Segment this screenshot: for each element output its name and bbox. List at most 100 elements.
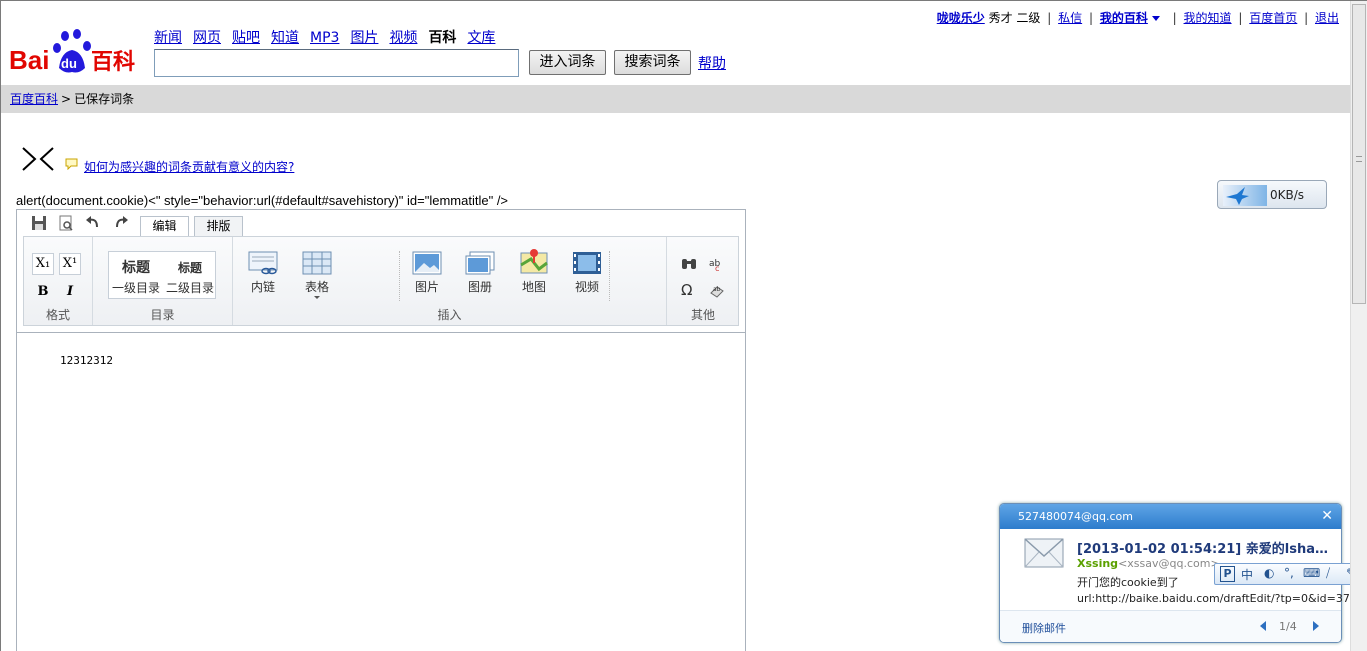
spellcheck-icon[interactable]: ab: [709, 283, 725, 299]
username-link[interactable]: 咙咙乐少: [937, 11, 985, 25]
sender-email: <xssav@qq.com>: [1118, 557, 1220, 570]
svg-text:Bai: Bai: [9, 45, 49, 74]
insert-divider: [399, 251, 400, 301]
superscript-button[interactable]: X¹: [59, 253, 81, 275]
search-input[interactable]: [154, 49, 519, 77]
svg-text:du: du: [61, 56, 77, 71]
editor-content-area[interactable]: 12312312: [17, 332, 745, 651]
rich-text-editor: 编辑 排版 X₁ X¹ B I 格式 标题 一级目录 标题 二级目录 目录 内链…: [16, 209, 746, 651]
search-entry-button[interactable]: 搜索词条: [614, 50, 691, 75]
close-icon[interactable]: ✕: [1321, 504, 1333, 529]
bold-button[interactable]: B: [32, 281, 54, 303]
nav-wenku[interactable]: 文库: [467, 30, 495, 46]
broken-title-icon: [22, 147, 54, 171]
logout-link[interactable]: 退出: [1315, 11, 1339, 25]
mail-body-text: 开门您的cookie到了: [1077, 576, 1179, 589]
tab-layout[interactable]: 排版: [194, 216, 243, 236]
replace-icon[interactable]: abc: [709, 255, 725, 271]
contribute-tip-link[interactable]: 如何为感兴趣的词条贡献有意义的内容?: [84, 158, 294, 175]
ime-logo-icon[interactable]: P: [1220, 566, 1235, 582]
nav-video[interactable]: 视频: [389, 30, 417, 46]
insert-divider-2: [609, 251, 610, 301]
tab-edit[interactable]: 编辑: [140, 216, 189, 237]
map-button[interactable]: 地图: [516, 247, 552, 295]
user-rank: 秀才 二级: [988, 11, 1041, 25]
bird-icon: [1223, 185, 1267, 206]
format-group-label: 格式: [45, 308, 70, 322]
split-icon[interactable]: ⧸: [1326, 566, 1330, 581]
ime-mode-toggle[interactable]: 中: [1241, 566, 1253, 583]
my-zhidao-link[interactable]: 我的知道: [1184, 11, 1232, 25]
speed-widget[interactable]: 0KB/s: [1217, 180, 1327, 209]
nav-mp3[interactable]: MP3: [310, 30, 339, 46]
speed-value: 0KB/s: [1270, 188, 1305, 202]
help-link[interactable]: 帮助: [698, 53, 726, 73]
mail-subject[interactable]: [2013-01-02 01:54:21] 亲爱的lsha…: [1077, 538, 1328, 557]
svg-text:百科: 百科: [91, 50, 135, 74]
image-icon: [412, 251, 442, 275]
album-icon: [465, 251, 495, 275]
next-arrow-icon[interactable]: [1313, 621, 1319, 631]
punctuation-icon[interactable]: °,: [1284, 566, 1294, 580]
special-char-icon[interactable]: Ω: [681, 281, 692, 299]
ime-toolbar: P 中 ◐ °, ⌨ ⧸ ✎: [1214, 563, 1364, 585]
mail-popup-header: 527480074@qq.com ✕: [1000, 504, 1341, 529]
undo-icon[interactable]: [84, 214, 102, 232]
heading2-button[interactable]: 标题: [165, 259, 215, 276]
nav-news[interactable]: 新闻: [154, 30, 182, 46]
table-button[interactable]: 表格: [299, 251, 335, 299]
mail-sender: Xssing<xssav@qq.com>: [1077, 557, 1220, 570]
preview-icon[interactable]: [57, 214, 75, 232]
video-icon: [573, 252, 601, 274]
breadcrumb-home-link[interactable]: 百度百科: [10, 92, 58, 106]
speech-bubble-icon: [65, 158, 78, 170]
baidu-baike-logo[interactable]: Bai du 百科: [9, 28, 145, 74]
user-links: 咙咙乐少 秀才 二级 | 私信 | 我的百科 | 我的知道 | 百度首页 | 退…: [936, 11, 1339, 25]
editor-content-text: 12312312: [60, 354, 113, 367]
my-baike-link[interactable]: 我的百科: [1100, 11, 1148, 25]
nav-tieba[interactable]: 贴吧: [232, 30, 260, 46]
italic-button[interactable]: I: [59, 281, 81, 303]
breadcrumb: 百度百科 > 已保存词条: [1, 85, 1351, 113]
save-icon[interactable]: [30, 214, 48, 232]
heading1-button[interactable]: 标题: [111, 257, 161, 277]
album-button[interactable]: 图册: [462, 251, 498, 295]
keyboard-icon[interactable]: ⌨: [1303, 566, 1320, 580]
injected-title-text: alert(document.cookie)<" style="behavior…: [16, 193, 509, 208]
heading2-label: 二级目录: [165, 281, 214, 295]
prev-arrow-icon[interactable]: [1260, 621, 1266, 631]
other-group: ab c Ω ab 其他: [667, 237, 739, 325]
nav-web[interactable]: 网页: [193, 30, 221, 46]
half-width-icon[interactable]: ◐: [1264, 566, 1274, 580]
find-icon[interactable]: [681, 255, 697, 271]
nav-images[interactable]: 图片: [350, 30, 378, 46]
video-button[interactable]: 视频: [569, 251, 605, 295]
inner-link-button[interactable]: 内链: [245, 251, 281, 295]
redo-icon[interactable]: [112, 214, 130, 232]
insert-group: 内链 表格 图片 图册 地图 视频 插入: [233, 237, 667, 325]
mail-url-text: url:http://baike.baidu.com/draftEdit/?tp…: [1077, 592, 1361, 605]
enter-entry-button[interactable]: 进入词条: [529, 50, 606, 75]
quick-toolbar: 编辑 排版: [17, 210, 745, 237]
vertical-scrollbar[interactable]: [1350, 1, 1367, 651]
baidu-home-link[interactable]: 百度首页: [1249, 11, 1297, 25]
insert-group-label: 插入: [437, 308, 462, 322]
other-group-label: 其他: [690, 308, 715, 322]
nav-zhidao[interactable]: 知道: [271, 30, 299, 46]
subscript-button[interactable]: X₁: [32, 253, 54, 275]
messages-link[interactable]: 私信: [1058, 11, 1082, 25]
image-button[interactable]: 图片: [409, 251, 445, 295]
product-nav: 新闻 网页 贴吧 知道 MP3 图片 视频 百科 文库: [154, 27, 506, 47]
map-icon: [520, 249, 548, 274]
toc-group: 标题 一级目录 标题 二级目录 目录: [93, 237, 233, 325]
toc-group-label: 目录: [150, 308, 175, 322]
chevron-down-icon[interactable]: [1151, 16, 1160, 21]
nav-baike-current: 百科: [428, 30, 457, 46]
heading1-label: 一级目录: [111, 281, 160, 295]
envelope-icon: [1024, 538, 1064, 568]
scrollbar-thumb[interactable]: [1352, 4, 1366, 304]
delete-mail-button[interactable]: 删除邮件: [1022, 620, 1066, 636]
format-group: X₁ X¹ B I 格式: [24, 237, 93, 325]
table-dropdown-icon[interactable]: [314, 296, 320, 299]
mail-popup-footer: 删除邮件 1/4: [1000, 610, 1341, 642]
